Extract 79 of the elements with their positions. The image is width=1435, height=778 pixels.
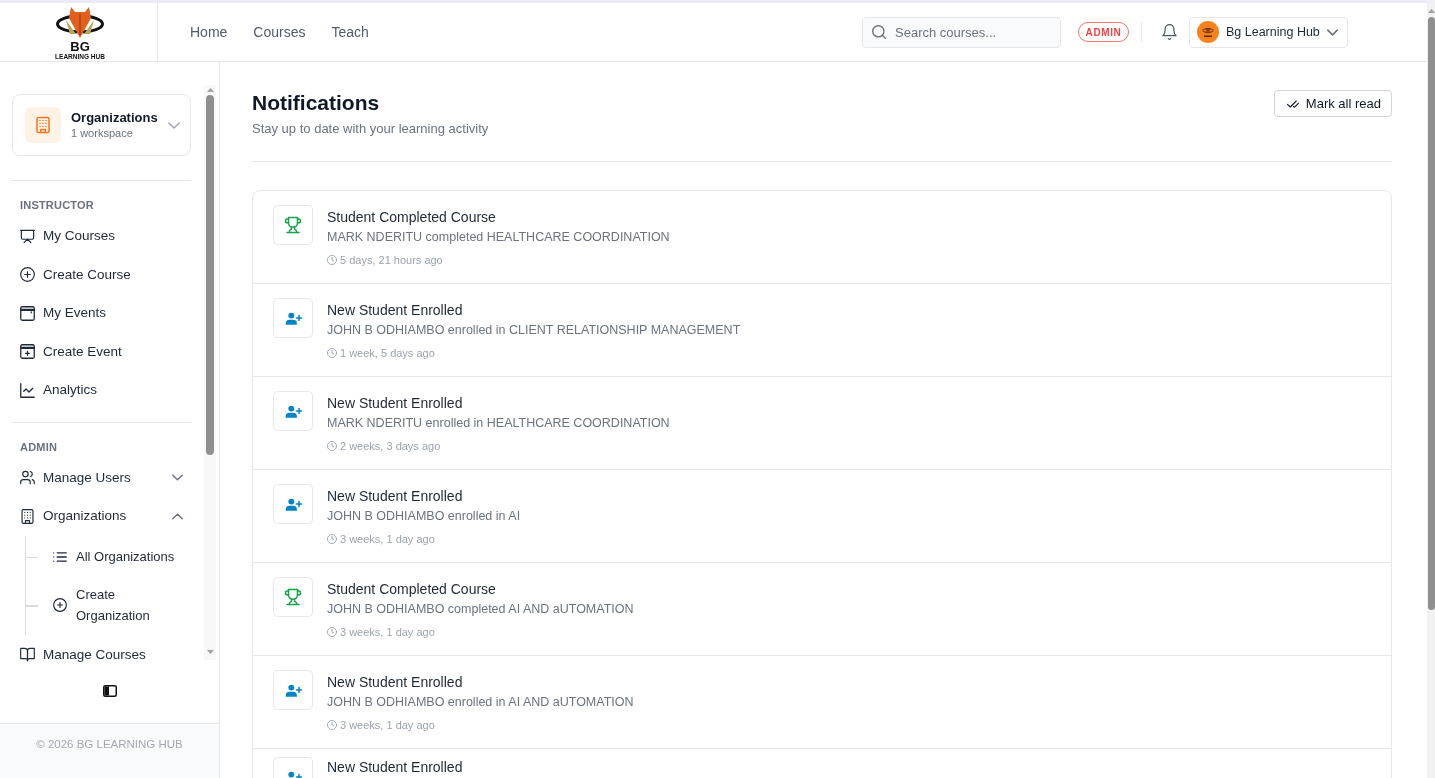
fox-logo-icon	[56, 7, 104, 39]
double-check-icon	[1286, 99, 1299, 108]
avatar-icon	[1197, 21, 1219, 43]
scrollbar-thumb[interactable]	[206, 95, 214, 455]
sidebar-item[interactable]: Manage Users	[12, 458, 191, 497]
sidebar-item[interactable]: Organizations	[12, 497, 191, 536]
user-plus-icon	[273, 298, 313, 338]
line-chart-icon	[20, 382, 35, 398]
notification-title: New Student Enrolled	[327, 487, 464, 506]
book-icon	[20, 647, 35, 663]
copyright-text: © 2026 BG LEARNING HUB	[36, 737, 183, 751]
account-menu-button[interactable]: Bg Learning Hub	[1189, 16, 1348, 48]
clock-icon	[327, 534, 337, 544]
sidebar-item[interactable]: Create Event	[12, 332, 191, 371]
notification-title: New Student Enrolled	[327, 673, 464, 692]
trophy-icon	[273, 577, 313, 617]
page-subtitle: Stay up to date with your learning activity	[252, 120, 489, 138]
mark-all-read-button[interactable]: Mark all read	[1273, 90, 1392, 117]
clock-icon	[327, 348, 337, 358]
section-heading: INSTRUCTOR	[19, 198, 95, 212]
calendar-plus-icon	[20, 344, 35, 360]
calendar-icon	[20, 305, 35, 321]
building-icon	[20, 508, 35, 524]
clock-icon	[327, 627, 337, 637]
search-field[interactable]: Search courses...	[862, 16, 1061, 48]
list-icon	[53, 551, 67, 562]
nav-link[interactable]: Teach	[331, 24, 369, 40]
notification-time: 1 week, 5 days ago	[340, 346, 435, 361]
scrollbar-thumb[interactable]	[1427, 17, 1435, 610]
notification-title: New Student Enrolled	[327, 394, 464, 413]
notification-title: Student Completed Course	[327, 208, 497, 227]
notification-title: New Student Enrolled	[327, 759, 463, 775]
scrollbar[interactable]	[1427, 0, 1435, 778]
sidebar-item[interactable]: Analytics	[12, 371, 191, 410]
notification-time: 5 days, 21 hours ago	[340, 253, 443, 268]
notification-title: Student Completed Course	[327, 580, 497, 599]
clock-icon	[327, 255, 337, 265]
notification-time: 3 weeks, 1 day ago	[340, 532, 435, 547]
page-title: Notifications	[252, 90, 381, 116]
nav-link[interactable]: Home	[190, 24, 228, 40]
notification-time: 3 weeks, 1 day ago	[340, 718, 435, 733]
notification-time: 2 weeks, 3 days ago	[340, 439, 441, 454]
notification-message: MARK NDERITU enrolled in HEALTHCARE COORDINATION	[327, 415, 670, 432]
user-plus-icon	[273, 670, 313, 710]
notification-message: MARK NDERITU completed HEALTHCARE COORDINATION	[327, 229, 670, 246]
user-plus-icon	[273, 484, 313, 524]
user-plus-icon	[273, 391, 313, 431]
notification-title: New Student Enrolled	[327, 301, 464, 320]
bell-icon[interactable]	[1162, 24, 1177, 40]
workspace-title: Organizations	[71, 110, 158, 126]
clock-icon	[327, 720, 337, 730]
plus-circle-icon	[20, 267, 35, 283]
notification-message: JOHN B ODHIAMBO enrolled in AI AND aUTOMATION	[327, 694, 634, 711]
trophy-icon	[273, 205, 313, 245]
presentation-board-icon	[20, 228, 35, 244]
search-icon	[872, 25, 886, 39]
sidebar-item[interactable]: Create Course	[12, 255, 191, 294]
plus-circle-icon	[53, 598, 67, 612]
scrollbar[interactable]	[204, 85, 216, 660]
users-icon	[20, 470, 35, 486]
nav-link[interactable]: Courses	[253, 24, 306, 40]
panel-toggle-icon[interactable]	[102, 685, 117, 697]
logo-title: BG	[70, 41, 90, 53]
clock-icon	[327, 441, 337, 451]
workspace-count: 1 workspace	[71, 126, 134, 140]
notification-time: 3 weeks, 1 day ago	[340, 625, 435, 640]
notification-message: JOHN B ODHIAMBO completed AI AND aUTOMATION	[327, 601, 634, 618]
notification-message: JOHN B ODHIAMBO enrolled in AI	[327, 508, 521, 525]
building-icon	[25, 107, 61, 143]
scroll-down-icon[interactable]	[206, 650, 214, 654]
notification-message: JOHN B ODHIAMBO enrolled in CLIENT RELATIONSHIP MANAGEMENT	[327, 322, 741, 339]
chevron-down-icon	[1326, 28, 1338, 36]
sidebar-item[interactable]: Manage Courses	[12, 635, 191, 664]
sidebar-item[interactable]: My Events	[12, 294, 191, 333]
section-heading: ADMIN	[19, 439, 59, 454]
workspace-switcher[interactable]: Organizations 1 workspace	[12, 94, 191, 156]
sidebar-item[interactable]: My Courses	[12, 217, 191, 256]
scroll-up-icon[interactable]	[206, 88, 214, 92]
scroll-up-icon[interactable]	[1427, 9, 1435, 13]
